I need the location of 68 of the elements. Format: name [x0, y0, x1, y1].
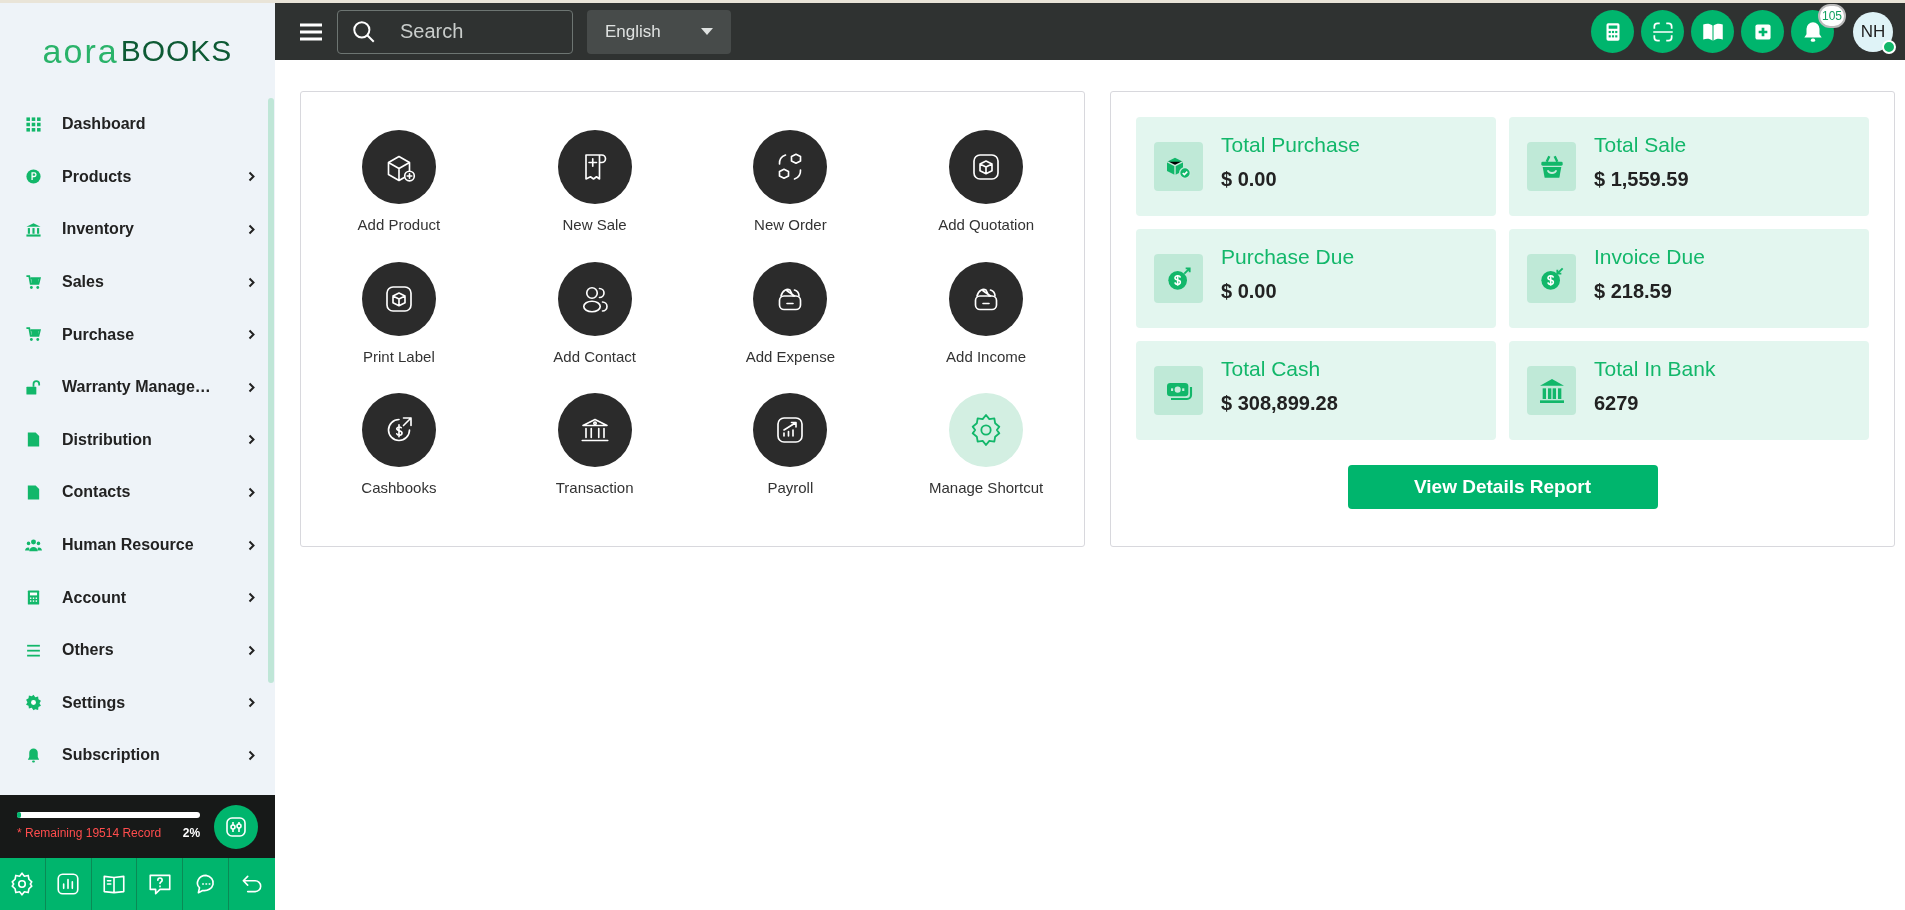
- stat-value: $ 218.59: [1594, 279, 1673, 305]
- sidebar-item[interactable]: Dashboard: [25, 98, 255, 151]
- cart-icon: [25, 326, 42, 344]
- stat-value: $ 308,899.28: [1221, 391, 1338, 417]
- shortcut-item[interactable]: Add Expense: [745, 261, 835, 368]
- caret-icon: [701, 28, 713, 35]
- shortcut-item[interactable]: Print Label: [361, 261, 436, 368]
- stat-title: Total Sale: [1594, 131, 1688, 158]
- scrollbar[interactable]: [268, 98, 274, 683]
- sidebar-item[interactable]: Subscription: [25, 729, 255, 782]
- stat-title: Total In Bank: [1594, 355, 1716, 382]
- notification-badge: 105: [1817, 4, 1846, 28]
- sidebar-item[interactable]: Purchase: [25, 308, 255, 361]
- bell-icon: [25, 746, 42, 764]
- stat-value: 6279: [1594, 391, 1640, 417]
- user-avatar[interactable]: NH: [1853, 11, 1893, 52]
- shortcut-item[interactable]: Payroll: [753, 393, 828, 500]
- shortcut-item[interactable]: Add Product: [357, 130, 441, 237]
- bar-chart-icon: [55, 871, 82, 897]
- sidebar-item[interactable]: Contacts: [25, 466, 255, 519]
- shortcut-item[interactable]: New Sale: [557, 130, 632, 237]
- document-icon: [25, 483, 42, 501]
- stat-title: Total Purchase: [1221, 131, 1360, 158]
- shortcut-item[interactable]: Add Contact: [553, 261, 636, 368]
- sidebar-item[interactable]: Inventory: [25, 203, 255, 256]
- scan-button[interactable]: [1641, 10, 1684, 53]
- sidebar-item[interactable]: Products: [25, 150, 255, 204]
- people-icon: [25, 536, 42, 554]
- gear-icon: [25, 694, 42, 712]
- book-button[interactable]: [1691, 10, 1734, 53]
- menu-icon: [300, 22, 322, 41]
- sliders-icon: [224, 814, 249, 839]
- shortcut-item[interactable]: Add Quotation: [938, 130, 1035, 237]
- sidebar-item[interactable]: Distribution: [25, 413, 255, 467]
- letter-circle-icon: [25, 168, 42, 186]
- stat-value: $ 0.00: [1221, 167, 1278, 193]
- stat-title: Purchase Due: [1221, 243, 1355, 270]
- document-icon: [25, 431, 42, 449]
- shortcut-item[interactable]: New Order: [753, 130, 828, 237]
- padlock-icon: [25, 378, 42, 396]
- sidebar-item[interactable]: Sales: [25, 255, 255, 309]
- sidebar-item[interactable]: Account: [25, 571, 255, 624]
- sidebar-item[interactable]: Settings: [25, 676, 255, 730]
- bank-icon: [25, 221, 42, 238]
- calculator-button[interactable]: [1591, 10, 1634, 53]
- sidebar-item[interactable]: Others: [25, 623, 255, 677]
- stat-title: Invoice Due: [1594, 243, 1705, 270]
- shortcut-item[interactable]: Transaction: [555, 393, 634, 500]
- stat-value: $ 0.00: [1221, 279, 1278, 305]
- sidebar-item[interactable]: Warranty Manage…: [25, 360, 255, 414]
- cart-icon: [25, 273, 42, 291]
- shortcut-item[interactable]: Cashbooks: [361, 393, 437, 500]
- calculator-icon: [25, 589, 42, 607]
- logo-text: aora: [42, 33, 119, 68]
- stat-value: $ 1,559.59: [1594, 167, 1689, 193]
- shortcut-item[interactable]: Add Income: [946, 261, 1027, 368]
- sidebar-item[interactable]: Human Resource: [25, 518, 255, 572]
- adjust-button[interactable]: [214, 804, 258, 849]
- logo-text: BOOKS: [120, 35, 233, 66]
- remaining-records-text: * Remaining 19514 Record: [17, 824, 162, 842]
- usage-percent: 2%: [182, 824, 201, 842]
- shortcut-item[interactable]: Manage Shortcut: [929, 393, 1044, 500]
- search-icon: [351, 18, 377, 45]
- language-dropdown[interactable]: English: [587, 9, 731, 54]
- grid-icon: [25, 115, 42, 133]
- stat-title: Total Cash: [1221, 355, 1322, 382]
- plus-square-button[interactable]: [1741, 10, 1784, 53]
- search-field[interactable]: Search: [337, 9, 573, 54]
